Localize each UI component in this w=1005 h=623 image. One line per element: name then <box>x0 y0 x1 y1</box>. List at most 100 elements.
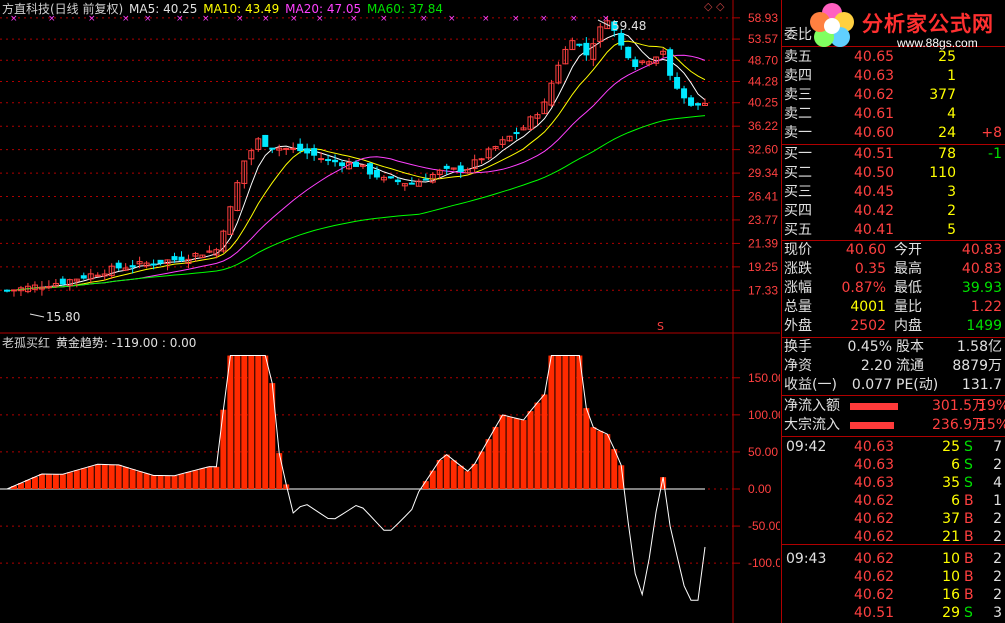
quote-value-2: 39.93 <box>961 280 1002 296</box>
indicator-bar <box>192 470 199 489</box>
candle-body <box>4 289 10 292</box>
quote-row: 总量 4001 量比 1.22 <box>782 298 1005 317</box>
tick-side: S <box>964 605 973 621</box>
bid-price: 40.51 <box>854 146 895 162</box>
indicator-bar <box>541 394 548 489</box>
indicator-bar <box>583 408 590 489</box>
tick-volume: 29 <box>942 605 960 621</box>
tick-row: 40.62 37 B 2 <box>782 510 1005 529</box>
tick-volume: 10 <box>942 569 960 585</box>
tick-volume: 10 <box>942 551 960 567</box>
indicator-bar <box>136 471 143 489</box>
indicator-bar <box>73 470 80 489</box>
flow-amount: 236.9万 <box>932 417 987 433</box>
quote-value: 2502 <box>850 318 886 334</box>
divider <box>782 436 1005 437</box>
indicator-bar <box>520 420 527 489</box>
candle-body <box>695 103 702 106</box>
candle-body <box>129 265 136 268</box>
divider <box>782 395 1005 396</box>
ask-row[interactable]: 卖四 40.63 1 <box>782 67 1005 86</box>
tick-volume: 37 <box>942 511 960 527</box>
bid-row[interactable]: 买四 40.42 2 <box>782 202 1005 221</box>
indicator-name: 老孤买红 <box>2 336 51 350</box>
candle-body <box>339 162 346 167</box>
quote-label-2: 量比 <box>894 299 922 315</box>
candle-body <box>150 263 157 266</box>
indicator-bar <box>206 466 213 489</box>
bid-row[interactable]: 买三 40.45 3 <box>782 183 1005 202</box>
stats-row: 换手 0.45% 股本 1.58亿 <box>782 338 1005 357</box>
indicator-bar <box>220 409 227 489</box>
ask-row[interactable]: 卖二 40.61 4 <box>782 105 1005 124</box>
indicator-bar <box>199 468 206 489</box>
flow-bar <box>850 422 894 429</box>
ask-price: 40.62 <box>854 87 895 103</box>
tick-count: 3 <box>993 605 1002 621</box>
logo-url[interactable]: www.88gs.com <box>897 36 978 50</box>
kline-chart[interactable]: 58.93 53.57 48.70 44.28 40.25 36.22 32.60 29.34… <box>0 0 780 623</box>
indicator-bar <box>66 472 73 489</box>
indicator-bar <box>276 453 283 489</box>
candle-body <box>394 179 401 183</box>
ask-row[interactable]: 卖三 40.62 377 <box>782 86 1005 105</box>
candle-body <box>583 42 590 56</box>
bid-row[interactable]: 买五 40.41 5 <box>782 221 1005 240</box>
bid-row[interactable]: 买一 40.51 78 -1 <box>782 145 1005 164</box>
tick-volume: 6 <box>951 457 960 473</box>
indicator-tick-label: 100.00 <box>748 408 780 422</box>
tick-count: 2 <box>993 569 1002 585</box>
ask-row[interactable]: 卖一 40.60 24 +8 <box>782 124 1005 143</box>
tick-row: 09:42 40.63 25 S 7 <box>782 438 1005 457</box>
candle-body <box>513 132 520 135</box>
indicator-bar <box>590 427 597 489</box>
stats-label: 净资 <box>784 358 812 374</box>
ask-price: 40.63 <box>854 68 895 84</box>
price-tick-label: 29.34 <box>748 166 778 180</box>
stats-value: 0.45% <box>847 339 892 355</box>
quote-label: 涨幅 <box>784 280 812 296</box>
price-tick-label: 58.93 <box>748 11 778 25</box>
tick-price: 40.62 <box>854 587 895 603</box>
indicator-values: 黄金趋势: -119.00 : 0.00 <box>55 336 197 350</box>
tick-side: B <box>964 587 974 603</box>
stats-label-2: 流通 <box>896 358 924 374</box>
tick-price: 40.62 <box>854 493 895 509</box>
candle-body <box>304 148 311 154</box>
indicator-bar <box>534 402 541 489</box>
flow-amount: 301.5万 <box>932 398 987 414</box>
candle-body <box>674 77 681 89</box>
flow-label: 大宗流入 <box>784 417 840 433</box>
indicator-bar <box>150 475 157 489</box>
candle-body <box>632 59 639 67</box>
indicator-legend: 老孤买红 黄金趋势: -119.00 : 0.00 <box>2 334 198 350</box>
quote-label: 现价 <box>784 242 812 258</box>
candle-body <box>618 33 625 46</box>
ask-volume: 4 <box>947 106 956 122</box>
candle-body <box>366 163 373 175</box>
quote-label: 涨跌 <box>784 261 812 277</box>
quote-value: 0.35 <box>854 261 886 277</box>
bid-volume: 2 <box>947 203 956 219</box>
bid-row[interactable]: 买二 40.50 110 <box>782 164 1005 183</box>
flow-bar <box>850 403 898 410</box>
bid-label: 买三 <box>784 184 812 200</box>
bid-label: 买一 <box>784 146 812 162</box>
stats-label-2: 股本 <box>896 339 924 355</box>
flow-percent: 15% <box>978 417 1005 433</box>
quote-label-2: 内盘 <box>894 318 922 334</box>
bid-price: 40.41 <box>854 222 895 238</box>
bid-price: 40.42 <box>854 203 895 219</box>
price-tick-label: 48.70 <box>748 53 778 67</box>
tick-row: 40.62 10 B 2 <box>782 568 1005 587</box>
candle-body <box>443 165 450 169</box>
bid-volume: 5 <box>947 222 956 238</box>
indicator-bar <box>59 474 66 489</box>
indicator-bar <box>178 473 185 489</box>
window-controls[interactable]: ◇ ◇ <box>704 0 724 13</box>
indicator-bar <box>115 464 122 489</box>
indicator-bar <box>157 475 164 489</box>
indicator-bar <box>80 468 87 489</box>
ma5-legend: MA5: 40.25 <box>129 2 198 16</box>
tick-time: 09:43 <box>786 551 827 567</box>
